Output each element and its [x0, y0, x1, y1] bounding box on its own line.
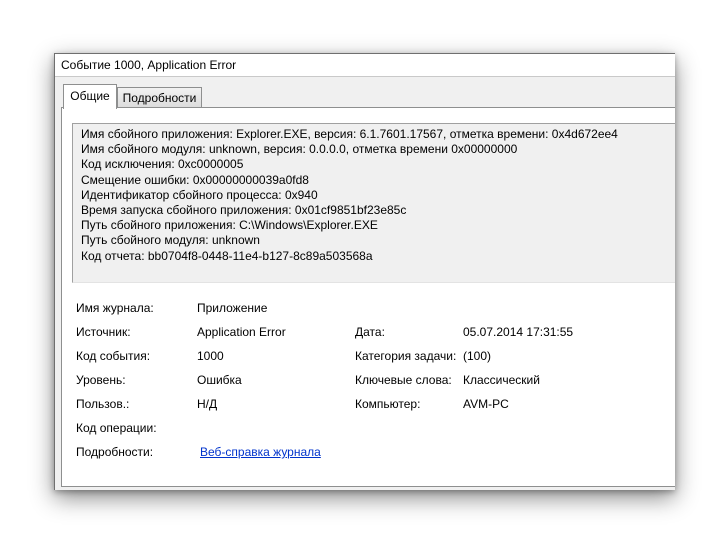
event-log-online-help-link[interactable]: Веб-справка журнала — [200, 445, 321, 459]
computer-label: Компьютер: — [355, 397, 421, 411]
description-line: Идентификатор сбойного процесса: 0x940 — [81, 187, 318, 202]
description-line: Смещение ошибки: 0x00000000039a0fd8 — [81, 172, 309, 187]
computer-value: AVM-PC — [463, 397, 509, 411]
event-properties-window: Событие 1000, Application Error Общие По… — [54, 53, 675, 490]
task-category-label: Категория задачи: — [355, 349, 457, 363]
description-line: Имя сбойного модуля: unknown, версия: 0.… — [81, 142, 518, 157]
user-label: Пользов.: — [76, 397, 130, 411]
event-description-box[interactable]: Имя сбойного приложения: Explorer.EXE, в… — [72, 123, 675, 283]
log-name-label: Имя журнала: — [76, 301, 154, 315]
level-label: Уровень: — [76, 373, 126, 387]
tab-general[interactable]: Общие — [63, 84, 117, 109]
window-title: Событие 1000, Application Error — [61, 58, 237, 72]
tab-details[interactable]: Подробности — [117, 87, 202, 108]
description-line: Имя сбойного приложения: Explorer.EXE, в… — [81, 127, 618, 141]
date-label: Дата: — [355, 325, 385, 339]
task-category-value: (100) — [463, 349, 492, 363]
tab-strip: Общие Подробности — [55, 76, 675, 109]
keywords-value: Классический — [463, 373, 540, 387]
description-line: Путь сбойного приложения: C:\Windows\Exp… — [81, 218, 378, 233]
description-line: Путь сбойного модуля: unknown — [81, 233, 260, 248]
log-name-value: Приложение — [197, 301, 268, 315]
keywords-label: Ключевые слова: — [355, 373, 452, 387]
description-line: Код исключения: 0xc0000005 — [81, 157, 244, 172]
user-value: Н/Д — [197, 397, 218, 411]
source-value: Application Error — [197, 325, 286, 339]
description-line: Код отчета: bb0704f8-0448-11e4-b127-8c89… — [81, 248, 373, 263]
title-bar[interactable]: Событие 1000, Application Error — [55, 54, 675, 77]
event-id-value: 1000 — [197, 349, 224, 363]
description-line: Время запуска сбойного приложения: 0x01c… — [81, 203, 407, 218]
date-value: 05.07.2014 17:31:55 — [463, 325, 574, 339]
more-info-label: Подробности: — [76, 445, 154, 459]
event-id-label: Код события: — [76, 349, 151, 363]
source-label: Источник: — [76, 325, 131, 339]
level-value: Ошибка — [197, 373, 242, 387]
opcode-label: Код операции: — [76, 421, 157, 435]
